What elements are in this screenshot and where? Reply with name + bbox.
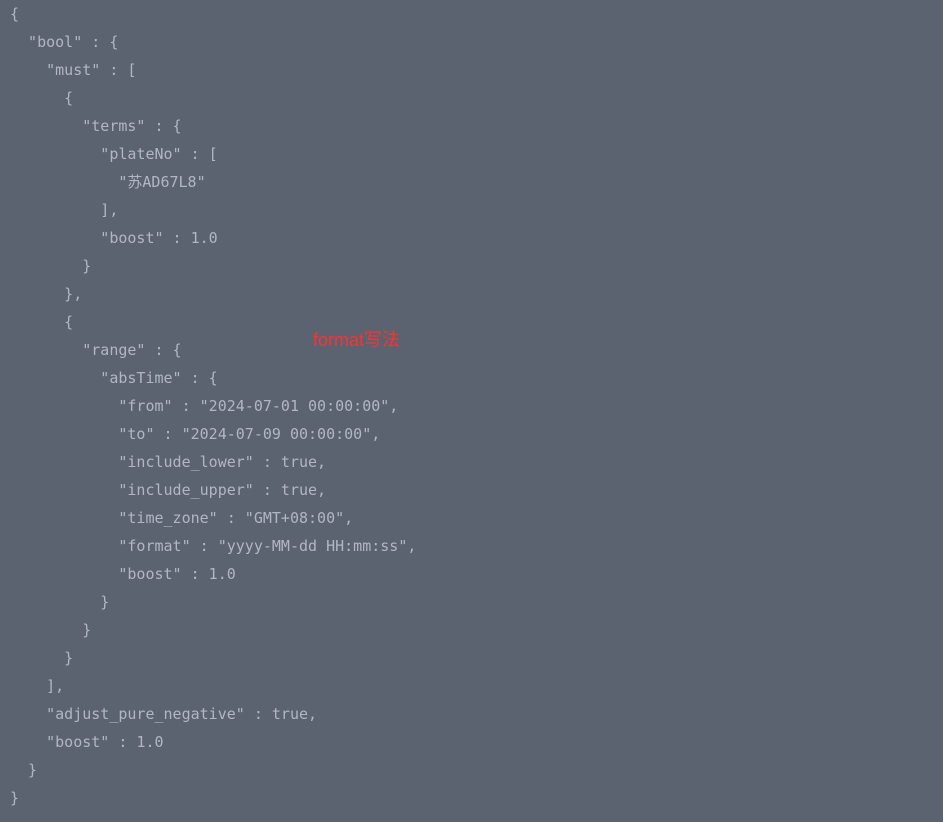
code-line: } bbox=[10, 616, 943, 644]
code-line: "boost" : 1.0 bbox=[10, 560, 943, 588]
code-line: }, bbox=[10, 280, 943, 308]
code-line: } bbox=[10, 756, 943, 784]
code-content[interactable]: { "bool" : { "must" : [ { "terms" : { "p… bbox=[10, 0, 943, 812]
code-line: } bbox=[10, 644, 943, 672]
code-line: "苏AD67L8" bbox=[10, 168, 943, 196]
code-line: ], bbox=[10, 196, 943, 224]
editor-gutter bbox=[0, 0, 8, 812]
code-line: "range" : { bbox=[10, 336, 943, 364]
code-line: "boost" : 1.0 bbox=[10, 728, 943, 756]
annotation-label: format写法 bbox=[313, 326, 400, 354]
code-line: } bbox=[10, 784, 943, 812]
code-line: "from" : "2024-07-01 00:00:00", bbox=[10, 392, 943, 420]
code-line: "boost" : 1.0 bbox=[10, 224, 943, 252]
code-line: ], bbox=[10, 672, 943, 700]
code-line: "plateNo" : [ bbox=[10, 140, 943, 168]
code-line: "format" : "yyyy-MM-dd HH:mm:ss", bbox=[10, 532, 943, 560]
code-line: "terms" : { bbox=[10, 112, 943, 140]
code-line: "adjust_pure_negative" : true, bbox=[10, 700, 943, 728]
code-editor[interactable]: { "bool" : { "must" : [ { "terms" : { "p… bbox=[0, 0, 943, 812]
code-line: { bbox=[10, 84, 943, 112]
code-line: "bool" : { bbox=[10, 28, 943, 56]
code-line: { bbox=[10, 308, 943, 336]
code-line: } bbox=[10, 252, 943, 280]
code-line: "to" : "2024-07-09 00:00:00", bbox=[10, 420, 943, 448]
code-line: "time_zone" : "GMT+08:00", bbox=[10, 504, 943, 532]
code-line: { bbox=[10, 0, 943, 28]
code-line: "include_upper" : true, bbox=[10, 476, 943, 504]
code-line: "must" : [ bbox=[10, 56, 943, 84]
code-line: "absTime" : { bbox=[10, 364, 943, 392]
code-line: } bbox=[10, 588, 943, 616]
code-line: "include_lower" : true, bbox=[10, 448, 943, 476]
